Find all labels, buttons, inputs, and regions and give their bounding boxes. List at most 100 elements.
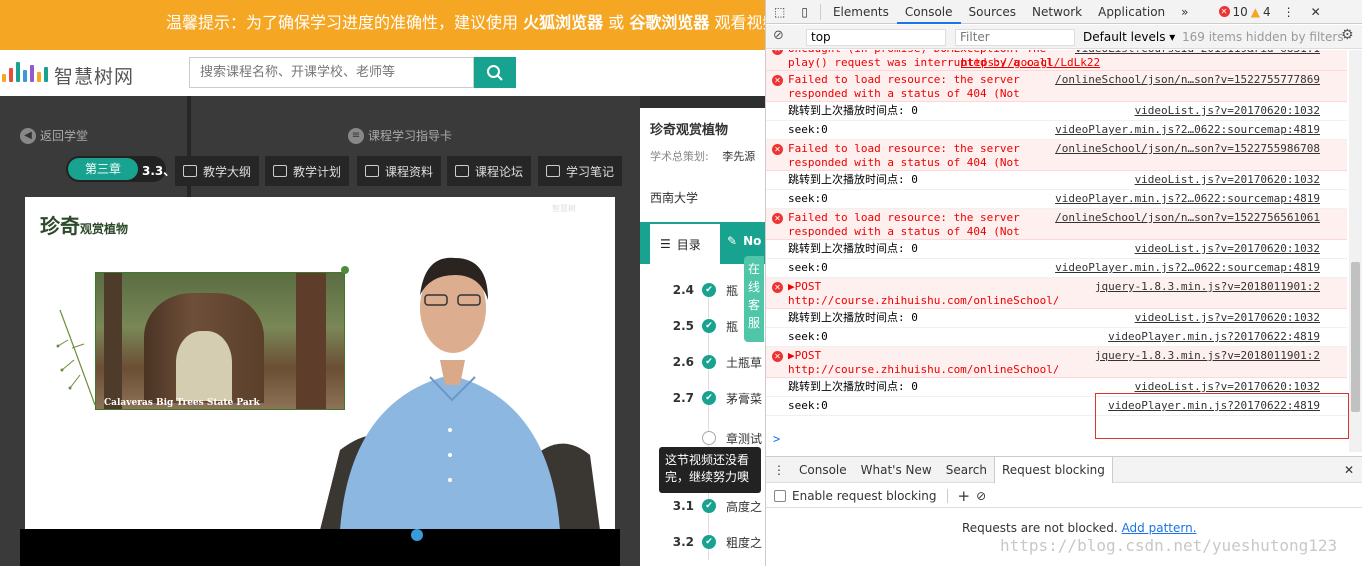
console-error-row[interactable]: ✕videoList?courseId=2019119&rid=6831:1Un… [766,50,1347,71]
message-text: 跳转到上次播放时间点: 0 [788,242,918,255]
video-controls-bar[interactable] [20,529,620,566]
search-input[interactable]: 搜索课程名称、开课学校、老师等 [189,57,474,88]
message-source-link[interactable]: videoList.js?v=20170620:1032 [1135,380,1320,394]
logo-text[interactable]: 智慧树网 [54,62,134,89]
console-messages[interactable]: ✕videoList?courseId=2019119&rid=6831:1Un… [766,50,1347,452]
console-log-row[interactable]: videoPlayer.min.js?2…0622:sourcemap:4819… [766,190,1347,209]
chrome-link[interactable]: 谷歌浏览器 [629,13,709,32]
message-text: 跳转到上次播放时间点: 0 [788,380,918,393]
toc-num: 2.7 [672,391,694,405]
message-source-link[interactable]: videoList?courseId=2019119&rid=6831:1 [1075,50,1320,56]
message-link[interactable]: https://goo.gl/LdLk22 [961,56,1100,70]
toc-num: 2.5 [672,319,694,333]
notes-label: 学习笔记 [566,164,615,179]
plan-label: 教学计划 [293,164,342,179]
console-log-row[interactable]: videoList.js?v=20170620:1032 跳转到上次播放时间点: … [766,102,1347,121]
toc-item[interactable]: 3.1 ✔ 高度之 [640,488,765,524]
message-text: ▶POST http://course.zhihuishu.com/online… [788,349,1058,376]
edit-icon: ✎ [727,234,738,248]
message-source-link[interactable]: videoList.js?v=20170620:1032 [1135,173,1320,187]
logo-icon[interactable] [2,60,48,82]
tab-sources[interactable]: Sources [961,0,1024,24]
drawer-tab-search[interactable]: Search [939,457,994,483]
drawer-tab-whats-new[interactable]: What's New [854,457,939,483]
message-source-link[interactable]: /onlineSchool/json/n…son?v=1522755986708 [1055,142,1320,156]
message-source-link[interactable]: videoPlayer.min.js?2…0622:sourcemap:4819 [1055,192,1320,206]
toc-item[interactable]: 2.6 ✔ 土瓶草 [640,344,765,380]
enable-blocking-checkbox[interactable] [774,489,786,502]
clear-console-icon[interactable]: ⊘ [773,28,784,43]
console-error-row[interactable]: ✕ /onlineSchool/json/n…son?v=152275598670… [766,140,1347,171]
console-log-row[interactable]: videoPlayer.min.js?2…0622:sourcemap:4819… [766,121,1347,140]
check-icon: ✔ [702,499,716,513]
back-link[interactable]: ◀ 返回学堂 [20,127,88,144]
console-log-row[interactable]: videoList.js?v=20170620:1032 跳转到上次播放时间点: … [766,309,1347,328]
message-source-link[interactable]: /onlineSchool/json/n…son?v=1522756561061 [1055,211,1320,225]
toc-item[interactable]: 2.7 ✔ 茅膏菜 [640,380,765,416]
device-toggle-icon[interactable]: ▯ [793,0,816,24]
close-icon[interactable]: ✕ [1311,5,1321,19]
message-source-link[interactable]: videoList.js?v=20170620:1032 [1135,242,1320,256]
materials-button[interactable]: 课程资料 [357,156,442,186]
menu-dots-icon[interactable]: ⋮ [1283,5,1295,19]
check-icon: ✔ [702,535,716,549]
calendar-icon [273,165,287,177]
forum-button[interactable]: 课程论坛 [447,156,532,186]
message-text: 跳转到上次播放时间点: 0 [788,104,918,117]
progress-handle[interactable] [411,529,423,541]
message-source-link[interactable]: jquery-1.8.3.min.js?v=2018011901:2 [1095,280,1320,294]
plant-sprig-decoration [56,309,96,406]
search-button[interactable] [474,57,516,88]
add-icon[interactable]: + [958,487,971,505]
console-error-row[interactable]: ✕ jquery-1.8.3.min.js?v=2018011901:2 ▶POST… [766,347,1347,378]
online-service-button[interactable]: 在线客服 [744,256,764,342]
drawer-tab-console[interactable]: Console [792,457,854,483]
console-prompt[interactable]: > [773,432,780,446]
firefox-link[interactable]: 火狐浏览器 [523,13,603,32]
error-counter[interactable]: ✕ 10 ▲ 4 [1218,5,1271,19]
error-icon: ✕ [772,75,783,86]
context-select[interactable]: top [806,29,946,46]
console-log-row[interactable]: videoPlayer.min.js?2…0622:sourcemap:4819… [766,259,1347,278]
message-source-link[interactable]: videoPlayer.min.js?20170622:4819 [1108,330,1320,344]
error-icon: ✕ [1218,6,1230,17]
guide-link[interactable]: ≡ 课程学习指导卡 [348,127,452,144]
message-source-link[interactable]: videoPlayer.min.js?2…0622:sourcemap:4819 [1055,261,1320,275]
syllabus-button[interactable]: 教学大纲 [175,156,260,186]
scrollbar-thumb[interactable] [1351,262,1360,412]
tab-console[interactable]: Console [896,0,961,24]
more-tabs-icon[interactable]: » [1173,0,1196,24]
message-source-link[interactable]: jquery-1.8.3.min.js?v=2018011901:2 [1095,349,1320,363]
tab-application[interactable]: Application [1090,0,1173,24]
tab-toc[interactable]: ☰ 目录 [650,224,720,264]
console-log-row[interactable]: videoList.js?v=20170620:1032 跳转到上次播放时间点: … [766,240,1347,259]
message-source-link[interactable]: /onlineSchool/json/n…son?v=1522755777869 [1055,73,1320,87]
inspect-icon[interactable]: ⬚ [766,0,793,24]
tab-elements[interactable]: Elements [825,0,897,24]
message-source-link[interactable]: videoList.js?v=20170620:1032 [1135,104,1320,118]
console-error-row[interactable]: ✕ jquery-1.8.3.min.js?v=2018011901:2 ▶POST… [766,278,1347,309]
message-source-link[interactable]: videoList.js?v=20170620:1032 [1135,311,1320,325]
message-text: Failed to load resource: the server resp… [788,211,1020,238]
forum-label: 课程论坛 [475,164,524,179]
console-log-row[interactable]: videoList.js?v=20170620:1032 跳转到上次播放时间点: … [766,171,1347,190]
gear-icon[interactable]: ⚙ [1341,27,1354,43]
drawer-menu-icon[interactable]: ⋮ [766,457,792,483]
drawer-close-icon[interactable]: ✕ [1344,463,1354,477]
drawer-tab-request-blocking[interactable]: Request blocking [993,456,1113,483]
filter-input[interactable]: Filter [955,29,1075,46]
message-source-link[interactable]: videoPlayer.min.js?2…0622:sourcemap:4819 [1055,123,1320,137]
check-icon: ✔ [702,391,716,405]
console-log-row[interactable]: videoPlayer.min.js?20170622:4819 seek:0 [766,328,1347,347]
console-error-row[interactable]: ✕ /onlineSchool/json/n…son?v=152275656106… [766,209,1347,240]
plan-button[interactable]: 教学计划 [265,156,350,186]
tab-network[interactable]: Network [1024,0,1090,24]
add-pattern-link[interactable]: Add pattern. [1122,521,1197,535]
notes-button[interactable]: 学习笔记 [538,156,623,186]
message-text: Failed to load resource: the server resp… [788,142,1020,169]
console-error-row[interactable]: ✕ /onlineSchool/json/n…son?v=152275577786… [766,71,1347,102]
levels-dropdown[interactable]: Default levels ▾ [1083,30,1175,44]
clear-icon[interactable]: ⊘ [976,489,986,503]
tab-notes[interactable]: ✎ No [727,234,761,248]
toc-item[interactable]: 3.2 ✔ 粗度之 [640,524,765,560]
